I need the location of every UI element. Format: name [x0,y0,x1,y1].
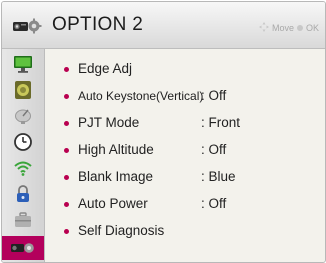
menu-item-value: : Blue [201,169,236,184]
hint-move-label: Move [271,23,294,33]
wifi-icon [13,158,33,178]
sidebar-item-picture[interactable] [10,53,36,75]
hint-ok-label: OK [305,23,319,33]
sidebar-item-option2[interactable] [2,236,44,260]
navigation-hint: Move OK [258,22,319,34]
menu-item-label: High Altitude [78,142,154,157]
menu-item-value: : Off [201,142,227,157]
menu-header: OPTION 2 Move OK [2,2,325,49]
bullet-icon [64,67,69,72]
menu-item-value: : Off [201,196,227,211]
speaker-icon [13,80,33,100]
bullet-icon [64,175,69,180]
menu-item-blank-image[interactable]: Blank Image : Blue [64,168,314,190]
sidebar-item-lock[interactable] [10,183,36,205]
menu-item-value: : Front [201,115,241,130]
menu-item-label: Auto Power [78,196,148,211]
ok-button-icon [296,25,303,31]
menu-item-self-diagnosis[interactable]: Self Diagnosis [64,222,314,244]
bullet-icon [64,229,69,234]
page-title: OPTION 2 [52,14,144,35]
lock-icon [13,184,33,204]
sidebar-item-sound[interactable] [10,79,36,101]
sidebar-item-time[interactable] [10,131,36,153]
bullet-icon [64,94,69,99]
satellite-dish-icon [13,106,33,126]
category-sidebar [2,49,45,262]
projector-gear-icon [10,240,36,256]
clock-icon [13,132,33,152]
menu-item-label: Auto Keystone(Vertical) [78,89,204,103]
menu-item-value: : Off [201,88,227,103]
bullet-icon [64,148,69,153]
monitor-icon [12,54,34,74]
menu-item-auto-keystone[interactable]: Auto Keystone(Vertical) : Off [64,87,314,109]
sidebar-item-setup[interactable] [10,105,36,127]
menu-item-high-altitude[interactable]: High Altitude : Off [64,141,314,163]
sidebar-item-option[interactable] [10,209,36,231]
menu-item-pjt-mode[interactable]: PJT Mode : Front [64,114,314,136]
menu-item-edge-adj[interactable]: Edge Adj [64,60,314,82]
menu-item-label: Self Diagnosis [78,223,165,238]
briefcase-icon [13,210,33,230]
option2-menu-panel: OPTION 2 Move OK Edge Adj Auto Keystone(… [1,1,326,263]
menu-item-label: PJT Mode [78,115,140,130]
move-arrows-icon [258,22,269,34]
sidebar-item-network[interactable] [10,157,36,179]
menu-item-label: Blank Image [78,169,154,184]
projector-gear-icon [12,17,42,35]
menu-item-label: Edge Adj [78,61,133,76]
bullet-icon [64,202,69,207]
menu-item-auto-power[interactable]: Auto Power : Off [64,195,314,217]
bullet-icon [64,121,69,126]
